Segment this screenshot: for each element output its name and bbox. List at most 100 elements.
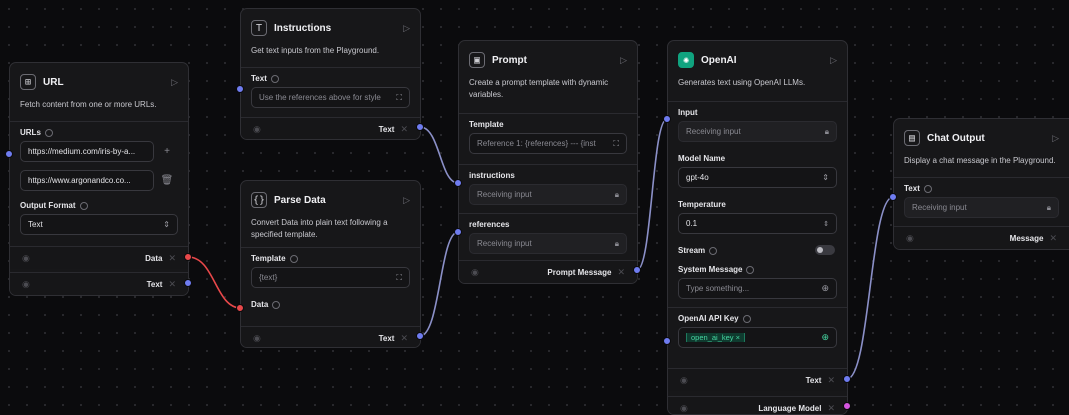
- api-key-input[interactable]: open_ai_key × ⊕: [678, 327, 837, 348]
- globe-icon[interactable]: ⊕: [821, 283, 829, 294]
- info-icon: [44, 128, 53, 137]
- openai-output-text[interactable]: ◉ Text ✕: [668, 368, 847, 391]
- chat-output-node[interactable]: ▤ Chat Output ▷ Display a chat message i…: [893, 118, 1069, 250]
- openai-apikey-handle[interactable]: [663, 337, 671, 345]
- handle-toggle-icon: ✕: [168, 278, 176, 289]
- system-message-input[interactable]: Type something... ⊕: [678, 278, 837, 299]
- parse-description: Convert Data into plain text following a…: [251, 218, 388, 239]
- stepper-icon[interactable]: ⇕: [823, 220, 829, 228]
- openai-model-output-handle[interactable]: [843, 402, 851, 410]
- chat-icon: ▤: [904, 130, 920, 146]
- openai-icon: ✺: [678, 52, 694, 68]
- info-icon: [79, 201, 88, 210]
- openai-text-output-handle[interactable]: [843, 375, 851, 383]
- play-icon[interactable]: ▷: [830, 55, 837, 66]
- url-input-1[interactable]: https://medium.com/iris-by-a...: [20, 141, 154, 162]
- parse-output-text[interactable]: ◉ Text ✕: [241, 326, 420, 347]
- play-icon[interactable]: ▷: [171, 77, 178, 88]
- chat-text-input-handle[interactable]: [889, 193, 897, 201]
- url-output-data[interactable]: ◉ Data ✕: [10, 246, 188, 269]
- play-icon[interactable]: ▷: [1052, 133, 1059, 144]
- trash-icon[interactable]: 🗑: [158, 175, 176, 186]
- template-label: Template: [469, 120, 504, 129]
- text-label: Text: [251, 74, 267, 83]
- url-text-output-handle[interactable]: [184, 279, 192, 287]
- chevron-updown-icon: ⇕: [822, 173, 829, 182]
- instructions-text-input[interactable]: Use the references above for style ⛶: [251, 87, 410, 108]
- prompt-template-input[interactable]: Reference 1: {references} --- {inst ⛶: [469, 133, 627, 154]
- prompt-output-handle[interactable]: [633, 266, 641, 274]
- eye-icon[interactable]: ◉: [253, 124, 261, 135]
- info-icon: [742, 314, 751, 323]
- template-label: Template: [251, 254, 286, 263]
- handle-toggle-icon: ✕: [400, 123, 408, 134]
- chat-output-title: Chat Output: [927, 132, 985, 144]
- handle-toggle-icon: ✕: [168, 252, 176, 263]
- openai-input-field: Receiving input 🔒︎: [678, 121, 837, 142]
- chat-text-input: Receiving input 🔒︎: [904, 197, 1059, 218]
- prompt-node[interactable]: ▣ Prompt ▷ Create a prompt template with…: [458, 40, 638, 284]
- prompt-references-handle[interactable]: [454, 228, 462, 236]
- eye-icon[interactable]: ◉: [906, 233, 914, 244]
- expand-icon[interactable]: ⛶: [396, 93, 402, 103]
- api-key-tag[interactable]: open_ai_key ×: [686, 333, 746, 342]
- output-format-label: Output Format: [20, 201, 76, 210]
- instructions-description: Get text inputs from the Playground.: [251, 46, 380, 55]
- parse-data-node[interactable]: {} Parse Data ▷ Convert Data into plain …: [240, 180, 421, 348]
- temperature-label: Temperature: [678, 200, 726, 209]
- openai-output-language-model[interactable]: ◉ Language Model ✕: [668, 396, 847, 414]
- url-data-output-handle[interactable]: [184, 253, 192, 261]
- lock-icon: 🔒︎: [1046, 202, 1051, 212]
- instructions-output-handle[interactable]: [416, 123, 424, 131]
- url-input-handle[interactable]: [5, 150, 13, 158]
- instructions-node[interactable]: T Instructions ▷ Get text inputs from th…: [240, 8, 421, 140]
- instructions-input-handle[interactable]: [236, 85, 244, 93]
- input-label: Input: [678, 108, 698, 117]
- prompt-instructions-handle[interactable]: [454, 179, 462, 187]
- eye-icon[interactable]: ◉: [471, 267, 479, 278]
- play-icon[interactable]: ▷: [620, 55, 627, 66]
- parse-template-input[interactable]: {text} ⛶: [251, 267, 410, 288]
- eye-icon[interactable]: ◉: [253, 333, 261, 344]
- url-node-description: Fetch content from one or more URLs.: [20, 100, 157, 109]
- info-icon: [289, 254, 298, 263]
- eye-icon[interactable]: ◉: [680, 403, 688, 414]
- add-url-icon[interactable]: +: [158, 146, 176, 157]
- eye-icon[interactable]: ◉: [680, 375, 688, 386]
- play-icon[interactable]: ▷: [403, 195, 410, 206]
- lock-icon: 🔒︎: [614, 238, 619, 248]
- prompt-output-message[interactable]: ◉ Prompt Message ✕: [459, 260, 637, 283]
- model-name-label: Model Name: [678, 154, 726, 163]
- braces-icon: {}: [251, 192, 267, 208]
- eye-icon[interactable]: ◉: [22, 279, 30, 290]
- expand-icon[interactable]: ⛶: [396, 273, 402, 283]
- url-output-text[interactable]: ◉ Text ✕: [10, 272, 188, 295]
- expand-icon[interactable]: ⛶: [613, 139, 619, 149]
- temperature-input[interactable]: 0.1 ⇕: [678, 213, 837, 234]
- chat-output-message[interactable]: ◉ Message ✕: [894, 226, 1069, 249]
- url-node[interactable]: ⊞ URL ▷ Fetch content from one or more U…: [9, 62, 189, 296]
- openai-node[interactable]: ✺ OpenAI ▷ Generates text using OpenAI L…: [667, 40, 848, 415]
- wire-openai-to-chat: [846, 196, 894, 380]
- lock-icon: 🔒︎: [824, 126, 829, 136]
- info-icon: [270, 74, 279, 83]
- handle-toggle-icon: ✕: [827, 402, 835, 413]
- url-input-2[interactable]: https://www.argonandco.co...: [20, 170, 154, 191]
- wire-parse-to-prompt: [419, 231, 459, 337]
- lock-icon: 🔒︎: [614, 189, 619, 199]
- openai-description: Generates text using OpenAI LLMs.: [678, 78, 806, 87]
- handle-toggle-icon: ✕: [1049, 232, 1057, 243]
- output-format-select[interactable]: Text ⇕: [20, 214, 178, 235]
- api-key-label: OpenAI API Key: [678, 314, 739, 323]
- globe-icon[interactable]: ⊕: [821, 332, 829, 343]
- prompt-title: Prompt: [492, 54, 527, 66]
- play-icon[interactable]: ▷: [403, 23, 410, 34]
- eye-icon[interactable]: ◉: [22, 253, 30, 264]
- openai-input-handle[interactable]: [663, 115, 671, 123]
- parse-data-input-handle[interactable]: [236, 304, 244, 312]
- instructions-output-text[interactable]: ◉ Text ✕: [241, 117, 420, 139]
- model-name-select[interactable]: gpt-4o ⇕: [678, 167, 837, 188]
- stream-toggle[interactable]: [815, 244, 835, 255]
- handle-toggle-icon: ✕: [617, 266, 625, 277]
- parse-output-handle[interactable]: [416, 332, 424, 340]
